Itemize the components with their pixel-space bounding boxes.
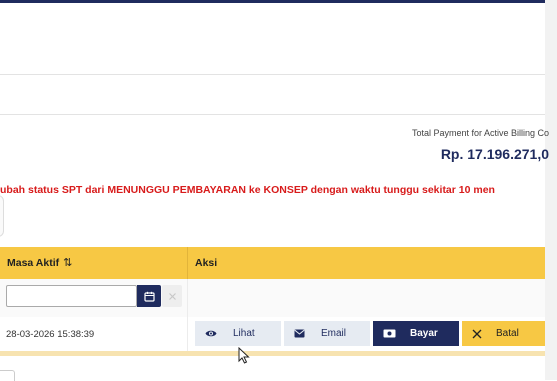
- section-divider: [0, 74, 557, 75]
- batal-button[interactable]: Batal: [462, 321, 545, 346]
- batal-label: Batal: [496, 328, 519, 339]
- column-header-aksi: Aksi: [195, 247, 217, 279]
- envelope-icon: [294, 329, 305, 338]
- side-handle: [0, 195, 4, 237]
- lihat-label: Lihat: [233, 328, 255, 339]
- status-notice: ubah status SPT dari MENUNGGU PEMBAYARAN…: [0, 184, 495, 196]
- calendar-button[interactable]: [137, 285, 161, 307]
- bayar-button[interactable]: Bayar: [373, 321, 459, 346]
- column-label: Masa Aktif: [7, 257, 60, 269]
- masa-aktif-cell: 28-03-2026 15:38:39: [6, 329, 95, 340]
- email-label: Email: [321, 328, 347, 339]
- total-payment-label: Total Payment for Active Billing Co: [411, 128, 549, 138]
- scrollbar-track[interactable]: [545, 0, 557, 380]
- table-header: Masa Aktif ⇅ Aksi: [0, 247, 545, 279]
- mouse-cursor-icon: [238, 347, 250, 364]
- column-label: Aksi: [195, 257, 218, 269]
- section-divider: [0, 114, 557, 115]
- date-filter-input[interactable]: [6, 285, 137, 307]
- email-button[interactable]: Email: [284, 321, 370, 346]
- total-payment-amount: Rp. 17.196.271,0: [440, 146, 549, 162]
- clear-filter-button[interactable]: [162, 285, 182, 307]
- row-highlight: [0, 351, 545, 356]
- bayar-label: Bayar: [410, 328, 438, 339]
- money-icon: [383, 329, 396, 338]
- sort-icon[interactable]: ⇅: [63, 257, 72, 269]
- column-divider: [187, 279, 188, 317]
- clear-icon: [168, 292, 176, 300]
- column-divider: [187, 317, 188, 351]
- column-divider: [187, 247, 188, 279]
- eye-icon: [205, 329, 217, 338]
- lihat-button[interactable]: Lihat: [195, 321, 281, 346]
- calendar-icon: [143, 291, 155, 302]
- close-icon: [472, 329, 482, 339]
- top-nav-bar: [0, 0, 557, 3]
- pagination-box: [0, 370, 15, 381]
- column-header-masa-aktif[interactable]: Masa Aktif ⇅: [7, 247, 72, 279]
